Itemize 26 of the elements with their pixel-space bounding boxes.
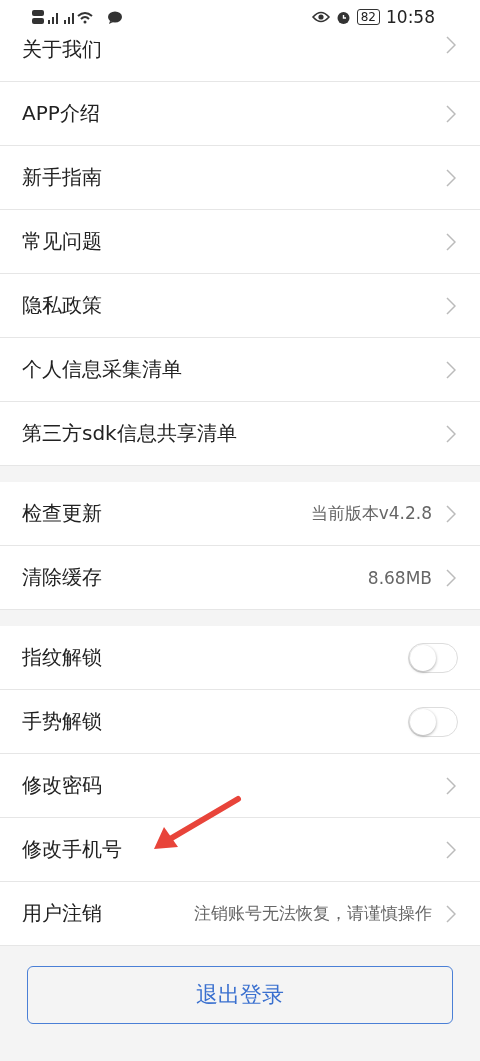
chevron-right-icon	[446, 904, 456, 923]
chevron-right-icon	[446, 232, 456, 251]
chevron-right-icon	[446, 104, 456, 123]
setting-value: 当前版本v4.2.8	[310, 502, 432, 525]
setting-label[interactable]: 清除缓存	[22, 564, 368, 591]
clock-time: 10:58	[386, 7, 435, 27]
chevron-right-icon	[446, 424, 456, 443]
chevron-right-icon	[446, 168, 456, 187]
chevron-right-icon	[446, 504, 456, 523]
chevron-right-icon	[446, 36, 456, 54]
chat-bubble-icon	[108, 10, 122, 24]
chevron-right-icon	[446, 568, 456, 587]
eye-icon	[311, 11, 330, 23]
chevron-right-icon	[446, 360, 456, 379]
logout-button[interactable]: 退出登录	[27, 966, 453, 1024]
chevron-right-icon	[446, 840, 456, 859]
setting-label[interactable]: 检查更新	[22, 500, 311, 527]
setting-label[interactable]: 用户注销	[22, 900, 194, 927]
setting-value: 8.68MB	[367, 567, 432, 588]
toggle-switch[interactable]	[408, 642, 458, 673]
alarm-clock-icon	[335, 9, 351, 25]
chevron-right-icon	[446, 776, 456, 795]
setting-value: 注销账号无法恢复，请谨慎操作	[194, 902, 432, 925]
chevron-right-icon	[446, 296, 456, 315]
battery-level: 82	[356, 9, 380, 25]
toggle-switch[interactable]	[408, 706, 458, 737]
